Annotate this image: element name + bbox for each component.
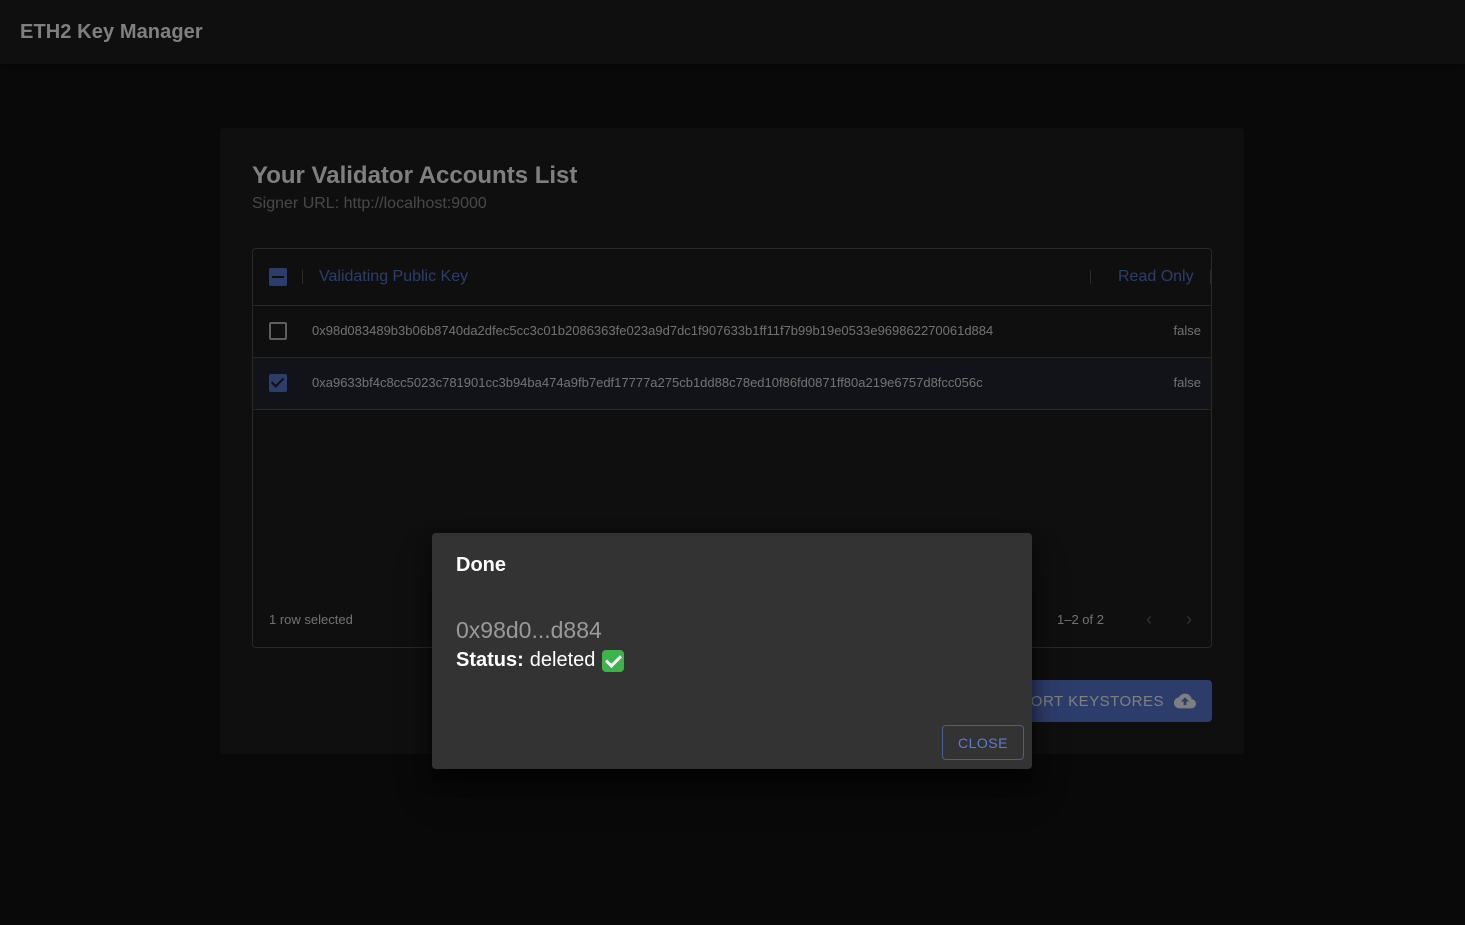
result-dialog: Done 0x98d0...d884 Status: deleted CLOSE (432, 533, 1032, 769)
status-label: Status: (456, 649, 524, 671)
close-button[interactable]: CLOSE (942, 725, 1024, 760)
dialog-title: Done (456, 554, 506, 576)
modal-backdrop[interactable] (0, 0, 1465, 925)
status-value: deleted (529, 649, 596, 671)
check-mark-icon (602, 649, 625, 672)
deleted-key-short: 0x98d0...d884 (456, 617, 602, 643)
status-line: Status: deleted (456, 649, 625, 672)
